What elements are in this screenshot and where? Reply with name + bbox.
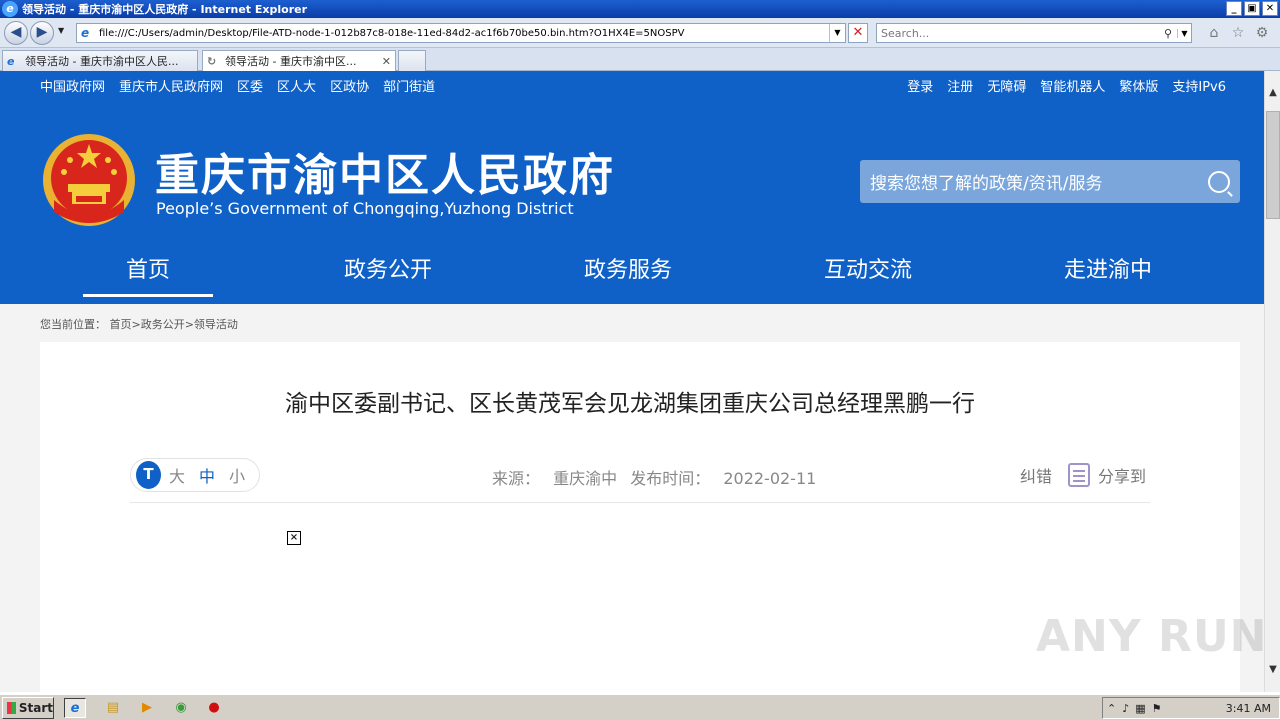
source-label: 来源：	[492, 469, 541, 488]
main-nav: 首页 政务公开 政务服务 互动交流 走进渝中	[0, 251, 1264, 297]
ipv6-link[interactable]: 支持IPv6	[1172, 76, 1226, 95]
search-placeholder[interactable]: Search...	[881, 27, 1159, 40]
taskbar-alert-icon[interactable]: ●	[203, 698, 225, 718]
search-icon[interactable]: ⚲	[1159, 27, 1177, 40]
tab-bar: e 领导活动 - 重庆市渝中区人民... ↻ 领导活动 - 重庆市渝中区... …	[0, 48, 1280, 71]
broken-image-icon: ×	[287, 531, 301, 545]
anyrun-watermark: ANY RUN	[1036, 611, 1264, 662]
history-dropdown-icon[interactable]: ▼	[58, 26, 64, 35]
share-label[interactable]: 分享到	[1098, 463, 1146, 487]
taskbar-ie-icon[interactable]: e	[64, 698, 86, 718]
start-label: Start	[18, 701, 53, 715]
font-size-small[interactable]: 小	[229, 463, 245, 487]
nav-interaction[interactable]: 互动交流	[803, 251, 933, 297]
home-icon[interactable]: ⌂	[1206, 25, 1222, 41]
divider	[130, 502, 1150, 503]
article-title: 渝中区委副书记、区长黄茂军会见龙湖集团重庆公司总经理黑鹏一行	[285, 391, 975, 417]
ie-logo-icon: e	[2, 1, 18, 17]
vertical-scrollbar[interactable]: ▲ ▼	[1264, 71, 1280, 692]
scroll-up-icon[interactable]: ▲	[1265, 85, 1280, 101]
address-toolbar: ◀ ▶ ▼ e file:///C:/Users/admin/Desktop/F…	[0, 18, 1280, 48]
site-name-en: People’s Government of Chongqing,Yuzhong…	[156, 199, 574, 218]
font-size-medium[interactable]: 中	[199, 463, 215, 487]
font-size-large[interactable]: 大	[169, 463, 185, 487]
article-meta: 来源： 重庆渝中 发布时间： 2022-02-11	[492, 465, 816, 489]
tab-1[interactable]: e 领导活动 - 重庆市渝中区人民...	[2, 50, 198, 71]
register-link[interactable]: 注册	[947, 76, 973, 95]
site-header: 中国政府网 重庆市人民政府网 区委 区人大 区政协 部门街道 登录 注册 无障碍…	[0, 71, 1264, 304]
tab-label: 领导活动 - 重庆市渝中区人民...	[25, 55, 179, 68]
tray-expand-icon[interactable]: ⌃	[1107, 702, 1116, 715]
stop-button[interactable]: ✕	[848, 23, 868, 43]
window-controls: _ ▣ ✕	[1226, 1, 1278, 16]
link-district-committee[interactable]: 区委	[237, 76, 263, 95]
page-favicon-icon: e	[81, 26, 90, 40]
font-size-icon: T	[136, 461, 161, 489]
forward-button[interactable]: ▶	[30, 21, 54, 45]
close-button[interactable]: ✕	[1262, 1, 1278, 16]
minimize-button[interactable]: _	[1226, 1, 1242, 16]
tab-label: 领导活动 - 重庆市渝中区...	[225, 55, 357, 68]
new-tab-button[interactable]	[398, 50, 426, 71]
top-links-left: 中国政府网 重庆市人民政府网 区委 区人大 区政协 部门街道	[40, 76, 435, 95]
window-title: 领导活动 - 重庆市渝中区人民政府 - Internet Explorer	[22, 3, 308, 16]
favorites-icon[interactable]: ☆	[1230, 25, 1246, 41]
window-titlebar: e 领导活动 - 重庆市渝中区人民政府 - Internet Explorer …	[0, 0, 1280, 18]
tab-2[interactable]: ↻ 领导活动 - 重庆市渝中区... ✕	[202, 50, 396, 71]
link-district-cppcc[interactable]: 区政协	[330, 76, 369, 95]
taskbar-explorer-icon[interactable]: ▤	[102, 698, 124, 718]
accessibility-link[interactable]: 无障碍	[987, 76, 1026, 95]
address-dropdown-icon[interactable]: ▼	[829, 24, 845, 42]
date-value: 2022-02-11	[723, 469, 817, 488]
taskbar: Start e ▤ ▶ ◉ ● ⌃ ♪ ▦ ⚑ 3:41 AM	[0, 694, 1280, 720]
tools-gear-icon[interactable]: ⚙	[1254, 25, 1270, 41]
clock[interactable]: 3:41 AM	[1226, 702, 1271, 715]
source-value: 重庆渝中	[553, 469, 618, 488]
site-search-icon[interactable]	[1208, 170, 1230, 193]
top-links-right: 登录 注册 无障碍 智能机器人 繁体版 支持IPv6	[907, 76, 1226, 95]
volume-icon[interactable]: ♪	[1122, 702, 1129, 715]
restore-button[interactable]: ▣	[1244, 1, 1260, 16]
traditional-link[interactable]: 繁体版	[1119, 76, 1158, 95]
network-icon[interactable]: ▦	[1135, 702, 1145, 715]
link-cq-gov[interactable]: 重庆市人民政府网	[119, 76, 223, 95]
tab-close-icon[interactable]: ✕	[376, 55, 391, 68]
back-button[interactable]: ◀	[4, 21, 28, 45]
scroll-thumb[interactable]	[1266, 111, 1280, 219]
font-size-control: T 大 中 小	[130, 458, 260, 492]
national-emblem-icon	[43, 134, 135, 226]
link-departments[interactable]: 部门街道	[383, 76, 435, 95]
site-search-input[interactable]: 搜索您想了解的政策/资讯/服务	[860, 160, 1240, 203]
article-actions: 纠错 分享到	[1020, 463, 1146, 487]
date-label: 发布时间：	[630, 469, 711, 488]
nav-services[interactable]: 政务服务	[563, 251, 693, 297]
tab-ie-icon: e	[7, 54, 15, 68]
correction-link[interactable]: 纠错	[1020, 463, 1052, 487]
nav-about-yuzhong[interactable]: 走进渝中	[1043, 251, 1173, 297]
action-center-flag-icon[interactable]: ⚑	[1152, 702, 1162, 715]
site-name-cn: 重庆市渝中区人民政府	[155, 150, 615, 201]
search-dropdown-icon[interactable]: ▼	[1177, 28, 1191, 38]
site-search-placeholder[interactable]: 搜索您想了解的政策/资讯/服务	[870, 169, 1208, 194]
search-box[interactable]: Search... ⚲ ▼	[876, 23, 1192, 43]
link-gov-cn[interactable]: 中国政府网	[40, 76, 105, 95]
nav-home[interactable]: 首页	[83, 251, 213, 297]
login-link[interactable]: 登录	[907, 76, 933, 95]
system-tray: ⌃ ♪ ▦ ⚑ 3:41 AM	[1102, 697, 1280, 719]
address-field[interactable]: e file:///C:/Users/admin/Desktop/File-AT…	[76, 23, 846, 43]
scroll-down-icon[interactable]: ▼	[1265, 662, 1280, 678]
start-button[interactable]: Start	[2, 697, 54, 719]
loading-icon: ↻	[207, 54, 217, 68]
link-district-npc[interactable]: 区人大	[277, 76, 316, 95]
breadcrumb[interactable]: 您当前位置： 首页>政务公开>领导活动	[40, 316, 238, 332]
url-text[interactable]: file:///C:/Users/admin/Desktop/File-ATD-…	[99, 28, 829, 39]
taskbar-media-player-icon[interactable]: ▶	[136, 698, 158, 718]
nav-gov-affairs[interactable]: 政务公开	[323, 251, 453, 297]
taskbar-chrome-icon[interactable]: ◉	[170, 698, 192, 718]
share-icon[interactable]	[1068, 463, 1091, 487]
windows-logo-icon	[7, 702, 16, 714]
page-viewport: 中国政府网 重庆市人民政府网 区委 区人大 区政协 部门街道 登录 注册 无障碍…	[0, 71, 1264, 692]
robot-link[interactable]: 智能机器人	[1040, 76, 1105, 95]
